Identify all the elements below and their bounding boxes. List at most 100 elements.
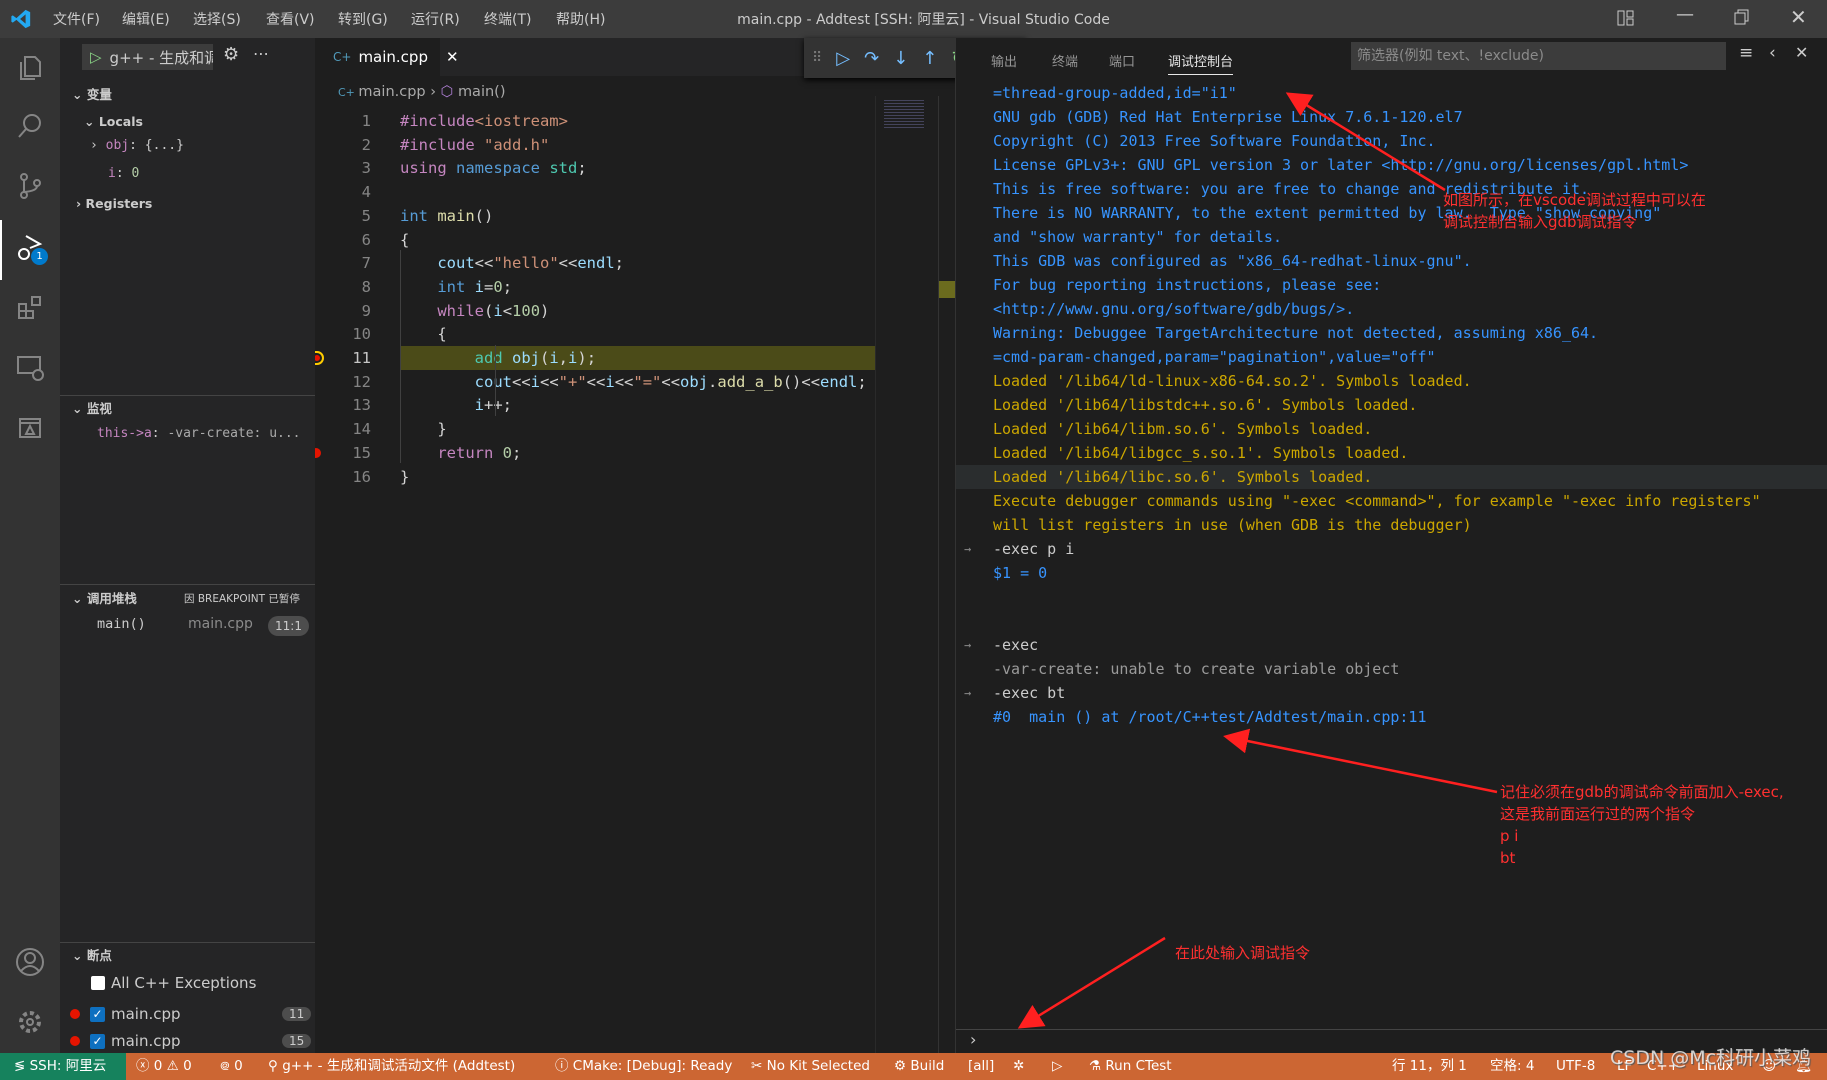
code-token: i <box>474 396 484 415</box>
variable-obj[interactable]: › obj: {...} <box>90 138 184 153</box>
close-panel-icon[interactable]: ✕ <box>1795 43 1808 62</box>
source-control-icon[interactable] <box>0 160 60 212</box>
clear-console-icon[interactable]: ≡ <box>1739 43 1753 63</box>
chevron-down-icon: ⌄ <box>72 948 87 963</box>
debug-icon: ⚲ <box>268 1058 283 1074</box>
console-line: =thread-group-added,id="i1" <box>956 81 1827 105</box>
kit-selector[interactable]: ✂ No Kit Selected <box>751 1053 870 1080</box>
registers-scope[interactable]: › Registers <box>60 193 315 215</box>
exception-breakpoint[interactable]: All C++ Exceptions <box>91 974 256 992</box>
continue-icon[interactable]: ▷ <box>836 48 850 69</box>
code-token: "=" <box>633 372 662 391</box>
code-token: ; <box>614 254 624 273</box>
watch-item[interactable]: this->a: -var-create: u... <box>97 426 301 441</box>
panel-tab[interactable]: 调试控制台 <box>1168 51 1234 75</box>
console-text: -exec bt <box>993 684 1066 702</box>
breakpoint-item[interactable]: ✓ main.cpp 11 <box>70 1002 315 1026</box>
console-line: #0 main () at /root/C++test/Addtest/main… <box>956 705 1827 729</box>
breadcrumb-file[interactable]: main.cpp <box>358 84 425 100</box>
editor-scrollbar[interactable] <box>938 96 956 1053</box>
breakpoint-line: 15 <box>282 1034 312 1048</box>
line-number: 13 <box>352 396 371 415</box>
encoding[interactable]: UTF-8 <box>1556 1053 1595 1080</box>
cmake-icon[interactable] <box>0 402 60 454</box>
scrollbar-current-line-marker <box>939 281 956 298</box>
panel-tab[interactable]: 端口 <box>1109 51 1135 70</box>
step-into-icon[interactable]: ↓ <box>893 48 908 69</box>
locals-scope[interactable]: ⌄ Locals <box>60 111 315 133</box>
console-filter-input[interactable]: 筛选器(例如 text、!exclude) <box>1351 42 1726 70</box>
run-config-select[interactable]: ▷g++ - 生成和调⌄ <box>82 44 213 70</box>
more-actions-icon[interactable]: ⋯ <box>253 44 269 63</box>
filter-placeholder: 筛选器(例如 text、!exclude) <box>1357 48 1544 64</box>
extensions-icon[interactable] <box>0 282 60 334</box>
code-token: while <box>437 301 484 320</box>
explorer-icon[interactable] <box>0 42 60 94</box>
variable-i[interactable]: i: 0 <box>108 166 139 181</box>
minimap[interactable] <box>875 96 937 1053</box>
debug-badge: 1 <box>31 248 48 265</box>
console-line: Loaded '/lib64/libgcc_s.so.1'. Symbols l… <box>956 441 1827 465</box>
run-play-icon[interactable]: ▷ <box>1052 1053 1062 1080</box>
code-text: add obj(i,i); <box>400 346 596 370</box>
breakpoint-checkbox[interactable]: ✓ <box>90 1033 105 1049</box>
remote-icon: ≶ <box>14 1058 30 1074</box>
exception-checkbox[interactable] <box>91 976 105 990</box>
breakpoint-item[interactable]: ✓ main.cpp 15 <box>70 1029 315 1053</box>
build-target[interactable]: [all] <box>968 1053 994 1080</box>
layout-icon[interactable] <box>1616 8 1636 28</box>
code-token: #include <box>400 135 484 154</box>
code-line: 12 cout<<i<<"+"<<i<<"="<<obj.add_a_b()<<… <box>315 370 875 394</box>
step-over-icon[interactable]: ↷ <box>864 48 879 69</box>
stack-frame[interactable]: main() main.cpp 11:1 <box>60 614 315 638</box>
variables-section-header[interactable]: ⌄ 变量 <box>60 84 315 106</box>
drag-handle-icon[interactable]: ⠿ <box>812 50 822 66</box>
launch-config-indicator[interactable]: ⚲ g++ - 生成和调试活动文件 (Addtest) <box>268 1053 515 1080</box>
step-out-icon[interactable]: ↑ <box>922 48 937 69</box>
close-window-button[interactable]: ✕ <box>1790 5 1807 29</box>
cpp-file-icon: C+ <box>338 86 359 99</box>
cursor-position[interactable]: 行 11，列 1 <box>1392 1053 1467 1080</box>
breakpoints-section-header[interactable]: ⌄ 断点 <box>60 945 315 967</box>
run-ctest-button[interactable]: ⚗ Run CTest <box>1089 1053 1172 1080</box>
panel-tab[interactable]: 输出 <box>991 51 1017 70</box>
breakpoint-file: main.cpp <box>111 1032 181 1050</box>
close-tab-icon[interactable]: ✕ <box>446 48 459 66</box>
code-token: std <box>549 159 578 178</box>
debug-bug-icon[interactable]: ✲ <box>1013 1053 1024 1080</box>
collapse-panel-icon[interactable]: ‹ <box>1769 43 1776 63</box>
settings-gear-icon[interactable] <box>0 996 60 1048</box>
remote-explorer-icon[interactable] <box>0 342 60 394</box>
search-icon[interactable] <box>0 100 60 152</box>
indentation[interactable]: 空格: 4 <box>1490 1053 1534 1080</box>
restore-button[interactable] <box>1733 8 1751 30</box>
account-icon[interactable] <box>0 936 60 988</box>
remote-label: SSH: 阿里云 <box>29 1058 107 1074</box>
gear-icon[interactable]: ⚙ <box>223 44 239 65</box>
remote-indicator[interactable]: ≶ SSH: 阿里云 <box>0 1053 126 1080</box>
callstack-section-header[interactable]: ⌄ 调用堆栈 因 BREAKPOINT 已暂停 <box>60 588 315 610</box>
ports-indicator[interactable]: ᪤ 0 <box>220 1053 243 1080</box>
code-token: add_a_b <box>717 372 783 391</box>
start-debug-icon[interactable]: ▷ <box>90 48 102 66</box>
tab-main-cpp[interactable]: C+ main.cpp ✕ <box>315 38 459 76</box>
problems-indicator[interactable]: ⓧ 0 ⚠ 0 <box>136 1053 192 1080</box>
input-arrow-icon: → <box>964 686 972 700</box>
panel-tab[interactable]: 终端 <box>1052 51 1078 70</box>
cmake-status[interactable]: ⓘ CMake: [Debug]: Ready <box>555 1053 732 1080</box>
console-text: =thread-group-added,id="i1" <box>993 84 1237 102</box>
breakpoint-checkbox[interactable]: ✓ <box>90 1006 105 1022</box>
indent-guide <box>495 345 496 417</box>
kit-label: No Kit Selected <box>766 1058 870 1074</box>
console-line: <http://www.gnu.org/software/gdb/bugs/>. <box>956 297 1827 321</box>
chevron-down-icon: ⌄ <box>72 401 87 416</box>
build-button[interactable]: ⚙ Build <box>894 1053 944 1080</box>
code-area[interactable]: 1 #include<iostream> 2 #include "add.h" 3 usi… <box>315 108 875 528</box>
chevron-down-icon: ⌄ <box>72 591 87 606</box>
watch-section-header[interactable]: ⌄ 监视 <box>60 398 315 420</box>
run-debug-icon[interactable]: 1 <box>0 222 60 274</box>
minimize-button[interactable]: — <box>1676 4 1694 25</box>
breadcrumb-symbol[interactable]: main() <box>458 84 506 100</box>
